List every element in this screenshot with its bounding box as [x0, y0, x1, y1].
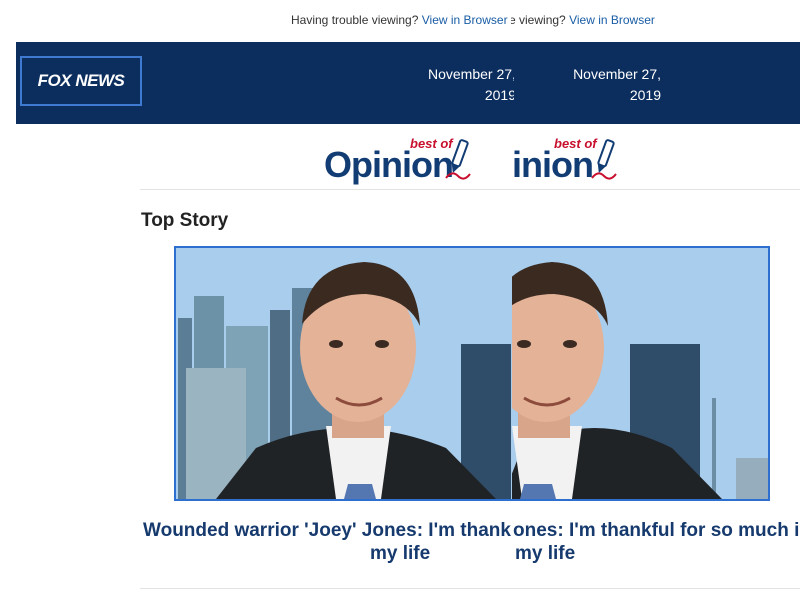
header-date-dup: November 27, 2019	[573, 66, 661, 103]
view-in-browser-bar: Having trouble viewing? View in Browser	[291, 13, 511, 27]
headline-line2-dup: my life	[515, 543, 576, 564]
photo-right-half	[512, 248, 768, 499]
photo-left-half	[176, 248, 514, 499]
portrait-image-dup	[512, 248, 768, 499]
headline-link[interactable]: Wounded warrior 'Joey' Jones: I'm thank …	[143, 519, 513, 567]
headline-line1-dup: ones: I'm thankful for so much in	[513, 520, 800, 541]
divider	[140, 189, 800, 190]
view-in-browser-link-dup[interactable]: View in Browser	[569, 13, 655, 27]
fox-news-logo-text: FOX NEWS	[37, 71, 125, 90]
header-date: November 27, 2019	[428, 66, 514, 103]
trouble-text-dup: e viewing?	[511, 13, 566, 27]
headline-line2: my life	[370, 543, 431, 564]
section-title: Top Story	[141, 210, 229, 231]
pen-icon	[445, 139, 471, 180]
divider	[140, 588, 800, 589]
pen-icon	[591, 139, 617, 180]
trouble-text: Having trouble viewing?	[291, 13, 419, 27]
top-story-image[interactable]	[174, 246, 770, 501]
email-header: FOX NEWS November 27, 2019 November 27, …	[16, 42, 800, 124]
portrait-image	[176, 248, 514, 499]
best-of-opinion-logo-dup: inion best of	[512, 134, 632, 186]
view-in-browser-bar-dup: e viewing? View in Browser	[511, 13, 661, 27]
view-in-browser-link[interactable]: View in Browser	[422, 13, 508, 27]
headline-line1: Wounded warrior 'Joey' Jones: I'm thank	[143, 520, 511, 541]
headline-link-dup[interactable]: ones: I'm thankful for so much in my lif…	[513, 519, 800, 567]
fox-news-logo[interactable]: FOX NEWS	[20, 56, 142, 106]
best-of-opinion-logo: Opinion best of	[322, 134, 512, 186]
